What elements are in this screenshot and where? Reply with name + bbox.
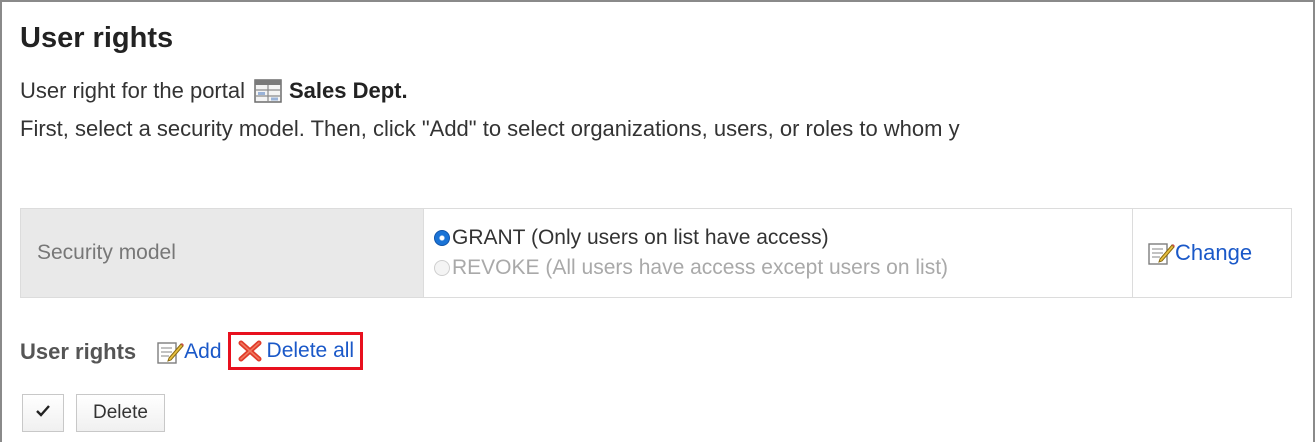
security-model-label: Security model [20,208,424,298]
edit-icon [1147,240,1175,266]
delete-all-link[interactable]: Delete all [237,339,355,363]
add-label: Add [184,340,222,363]
portal-grid-icon [253,78,283,104]
portal-name: Sales Dept. [288,78,408,103]
delete-all-highlight: Delete all [227,332,364,370]
delete-button[interactable]: Delete [76,394,165,432]
revoke-option-label: REVOKE (All users have access except use… [452,256,949,279]
grant-radio[interactable] [434,230,450,246]
change-label: Change [1175,240,1253,265]
user-rights-toolbar: User rights Add Delete all [20,332,364,370]
grant-option-label: GRANT (Only users on list have access) [452,226,829,249]
change-link[interactable]: Change [1147,240,1291,266]
selection-toolbar: Delete [22,394,165,432]
instruction-text: First, select a security model. Then, cl… [20,116,960,141]
red-x-icon [237,339,263,363]
edit-icon [156,339,185,365]
security-model-table: Security model GRANT (Only users on list… [20,208,1292,298]
checkmark-icon [35,404,51,423]
add-link[interactable]: Add [156,339,222,365]
portal-line: User right for the portal Sales Dept. [20,78,408,104]
grant-option[interactable]: GRANT (Only users on list have access) [434,223,1132,253]
revoke-radio [434,260,450,276]
revoke-option: REVOKE (All users have access except use… [434,253,1132,283]
user-rights-label: User rights [20,339,137,364]
select-all-button[interactable] [22,394,64,432]
user-rights-panel: User rights User right for the portal Sa… [0,0,1315,442]
security-model-action: Change [1132,208,1292,298]
delete-all-label: Delete all [266,339,355,362]
page-title: User rights [20,22,174,54]
security-model-options: GRANT (Only users on list have access) R… [423,208,1133,298]
portal-prefix: User right for the portal [20,78,245,103]
